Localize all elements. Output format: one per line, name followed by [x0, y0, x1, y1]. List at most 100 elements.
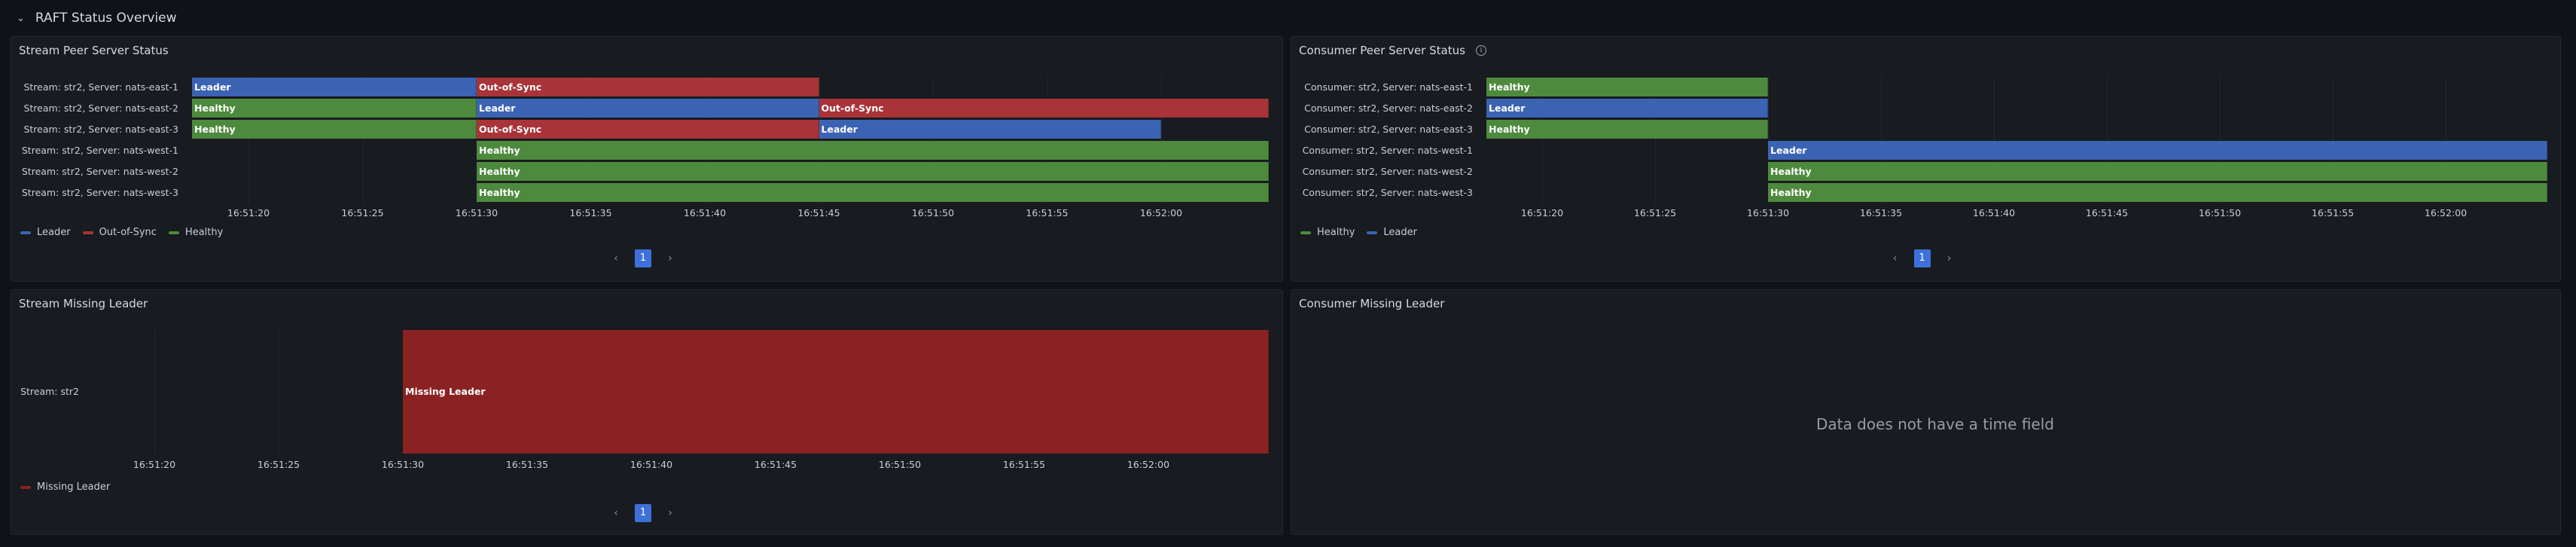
next-page-button[interactable]: ›	[662, 249, 678, 267]
time-tick-label: 16:51:50	[878, 459, 922, 470]
time-tick-label: 16:51:50	[911, 207, 955, 218]
consumer-peer-panel: Consumer Peer Server Status i Consumer: …	[1291, 36, 2561, 282]
time-tick-label: 16:51:45	[754, 459, 797, 470]
pagination: ‹ 1 ›	[608, 504, 678, 522]
row-label: Stream: str2	[20, 386, 79, 397]
legend-label: Leader	[1383, 227, 1417, 238]
legend-item[interactable]: Leader	[20, 227, 71, 238]
state-bar[interactable]: Healthy	[1768, 183, 2547, 202]
row-label: Consumer: str2, Server: nats-west-2	[1302, 165, 1473, 177]
time-tick-label: 16:51:30	[381, 459, 425, 470]
state-bar[interactable]: Leader	[819, 120, 1161, 139]
legend: Healthy Leader	[1300, 227, 1417, 238]
panel-title: Stream Missing Leader	[19, 297, 148, 310]
time-tick-label: 16:51:40	[630, 459, 673, 470]
legend-label: Healthy	[184, 227, 224, 238]
row-label: Consumer: str2, Server: nats-west-1	[1302, 144, 1473, 156]
pagination: ‹ 1 ›	[608, 249, 678, 267]
time-tick-label: 16:51:35	[569, 207, 612, 218]
page-number-button[interactable]: 1	[1913, 249, 1931, 267]
time-tick-label: 16:51:45	[797, 207, 840, 218]
legend-item[interactable]: Healthy	[1300, 227, 1355, 238]
panel-title: Consumer Peer Server Status i	[1299, 44, 1486, 57]
time-tick-label: 16:51:40	[683, 207, 727, 218]
legend-swatch	[1367, 231, 1378, 234]
legend-swatch	[82, 231, 93, 234]
page-number-button[interactable]: 1	[635, 504, 651, 522]
time-tick-label: 16:51:25	[1633, 207, 1677, 218]
row-label: Consumer: str2, Server: nats-west-3	[1302, 186, 1473, 198]
stream-missing-leader-panel: Stream Missing Leader Stream: str2 Missin…	[11, 289, 1283, 535]
state-bar[interactable]: Healthy	[1486, 78, 1768, 96]
time-tick-label: 16:51:20	[1520, 207, 1564, 218]
row-label: Stream: str2, Server: nats-east-1	[23, 81, 178, 93]
chevron-down-icon[interactable]: ⌄	[17, 13, 25, 24]
row-label: Stream: str2, Server: nats-east-3	[23, 123, 178, 135]
state-bar[interactable]: Leader	[192, 78, 477, 96]
state-bar[interactable]: Healthy	[192, 120, 477, 139]
page-number-button[interactable]: 1	[635, 249, 651, 267]
previous-page-button[interactable]: ‹	[1887, 249, 1904, 267]
state-bar[interactable]: Out-of-Sync	[819, 99, 1269, 118]
state-bar[interactable]: Healthy	[192, 99, 477, 118]
pagination: ‹ 1 ›	[1887, 249, 1958, 267]
legend-item[interactable]: Missing Leader	[20, 481, 110, 493]
legend-label: Healthy	[1317, 227, 1355, 238]
time-tick-label: 16:51:55	[2311, 207, 2355, 218]
state-bar[interactable]: Healthy	[477, 162, 1269, 181]
consumer-missing-leader-panel: Consumer Missing Leader Data does not ha…	[1291, 289, 2561, 535]
grid-line	[154, 329, 155, 454]
legend-item[interactable]: Leader	[1367, 227, 1417, 238]
row-label: Stream: str2, Server: nats-west-2	[21, 165, 178, 177]
previous-page-button[interactable]: ‹	[608, 504, 624, 522]
time-tick-label: 16:52:00	[1126, 459, 1170, 470]
legend-item[interactable]: Out-of-Sync	[82, 227, 157, 238]
time-tick-label: 16:51:50	[2198, 207, 2242, 218]
row-title: RAFT Status Overview	[35, 11, 177, 26]
legend-swatch	[20, 485, 31, 489]
state-bar[interactable]: Missing Leader	[403, 330, 1269, 454]
time-tick-label: 16:51:35	[505, 459, 549, 470]
panel-title: Consumer Missing Leader	[1299, 297, 1445, 310]
legend-label: Leader	[37, 227, 71, 238]
row-label: Consumer: str2, Server: nats-east-1	[1304, 81, 1473, 93]
no-time-field-message: Data does not have a time field	[1816, 415, 2054, 433]
previous-page-button[interactable]: ‹	[608, 249, 624, 267]
row-label: Stream: str2, Server: nats-east-2	[23, 102, 178, 114]
state-bar[interactable]: Out-of-Sync	[477, 78, 819, 96]
legend-swatch	[168, 231, 179, 234]
row-label: Consumer: str2, Server: nats-east-2	[1304, 102, 1473, 114]
time-tick-label: 16:51:45	[2085, 207, 2129, 218]
row-label: Consumer: str2, Server: nats-east-3	[1304, 123, 1473, 135]
time-tick-label: 16:52:00	[2424, 207, 2468, 218]
time-tick-label: 16:51:55	[1026, 207, 1069, 218]
row-label: Stream: str2, Server: nats-west-3	[21, 186, 178, 198]
time-tick-label: 16:51:20	[227, 207, 270, 218]
time-tick-label: 16:51:30	[1746, 207, 1790, 218]
legend: Missing Leader	[20, 481, 110, 493]
legend-label: Missing Leader	[37, 481, 111, 493]
row-header[interactable]: ⌄ RAFT Status Overview	[17, 8, 177, 29]
state-bar[interactable]: Leader	[1768, 141, 2547, 160]
legend-item[interactable]: Healthy	[168, 227, 224, 238]
legend-label: Out-of-Sync	[99, 227, 157, 238]
time-tick-label: 16:51:40	[1972, 207, 2016, 218]
panel-title: Stream Peer Server Status	[19, 44, 169, 57]
time-tick-label: 16:51:55	[1002, 459, 1046, 470]
legend-swatch	[1300, 231, 1311, 234]
state-bar[interactable]: Healthy	[1768, 162, 2547, 181]
state-bar[interactable]: Out-of-Sync	[477, 120, 819, 139]
legend-swatch	[20, 231, 31, 234]
next-page-button[interactable]: ›	[1941, 249, 1958, 267]
state-bar[interactable]: Healthy	[1486, 120, 1768, 139]
time-tick-label: 16:52:00	[1139, 207, 1183, 218]
info-icon[interactable]: i	[1475, 45, 1486, 56]
next-page-button[interactable]: ›	[662, 504, 678, 522]
stream-peer-panel: Stream Peer Server Status Stream: str2, …	[11, 36, 1283, 282]
time-tick-label: 16:51:25	[341, 207, 384, 218]
state-bar[interactable]: Leader	[477, 99, 819, 118]
row-label: Stream: str2, Server: nats-west-1	[21, 144, 178, 156]
state-bar[interactable]: Healthy	[477, 141, 1269, 160]
state-bar[interactable]: Leader	[1486, 99, 1768, 118]
state-bar[interactable]: Healthy	[477, 183, 1269, 202]
